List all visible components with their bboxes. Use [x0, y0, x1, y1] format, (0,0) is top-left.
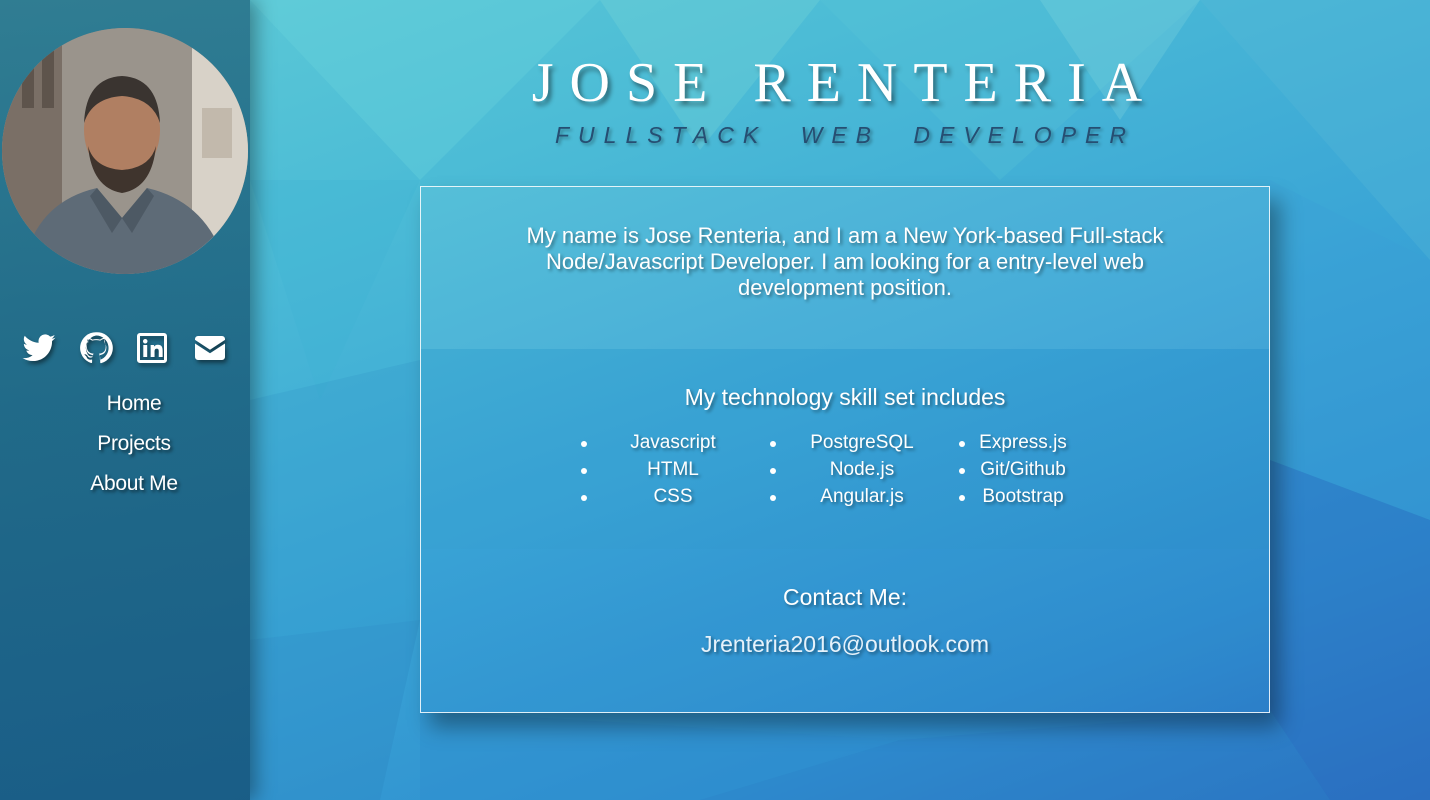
bullet-icon [581, 495, 587, 501]
bullet-icon [581, 468, 587, 474]
sidebar: Home Projects About Me [0, 0, 250, 800]
skill-item: Git/Github [980, 459, 1066, 480]
bullet-icon [959, 441, 965, 447]
nav-link-about-me[interactable]: About Me [18, 468, 250, 508]
bullet-icon [770, 441, 776, 447]
envelope-icon[interactable] [192, 330, 228, 366]
page-subtitle: FULLSTACK WEB DEVELOPER [555, 122, 1135, 148]
nav-link-projects[interactable]: Projects [18, 428, 250, 468]
skill-item: PostgreSQL [810, 432, 914, 453]
page-title: JOSE RENTERIA [531, 52, 1159, 114]
skills-heading: My technology skill set includes [684, 384, 1006, 410]
skill-item: CSS [653, 486, 693, 507]
linkedin-icon[interactable] [134, 330, 170, 366]
twitter-icon[interactable] [21, 330, 57, 366]
email-link[interactable]: Jrenteria2016@outlook.com [421, 631, 1269, 658]
github-icon[interactable] [78, 330, 114, 366]
bullet-icon [581, 441, 587, 447]
profile-photo [2, 28, 248, 274]
bullet-icon [770, 495, 776, 501]
contact-heading: Contact Me: [783, 584, 907, 610]
skill-item: Javascript [630, 432, 716, 453]
main-nav: Home Projects About Me [0, 388, 250, 508]
bullet-icon [770, 468, 776, 474]
content-card: My name is Jose Renteria, and I am a New… [420, 186, 1270, 713]
skill-item: Express.js [979, 432, 1067, 453]
skill-item: Node.js [829, 459, 895, 480]
intro-text: My name is Jose Renteria, and I am a New… [526, 223, 1164, 300]
social-links [0, 330, 250, 366]
bullet-icon [959, 468, 965, 474]
skills-list: Javascript HTML CSS PostgreSQL Node.js A… [421, 429, 1269, 519]
nav-link-home[interactable]: Home [18, 388, 250, 428]
skills-section: My technology skill set includes Javascr… [421, 349, 1269, 549]
skill-item: Bootstrap [982, 486, 1064, 507]
intro-section: My name is Jose Renteria, and I am a New… [421, 187, 1269, 349]
avatar-icon [2, 28, 248, 274]
contact-section: Contact Me: Jrenteria2016@outlook.com [421, 549, 1269, 712]
skill-item: HTML [647, 459, 699, 480]
bullet-icon [959, 495, 965, 501]
skill-item: Angular.js [820, 486, 904, 507]
